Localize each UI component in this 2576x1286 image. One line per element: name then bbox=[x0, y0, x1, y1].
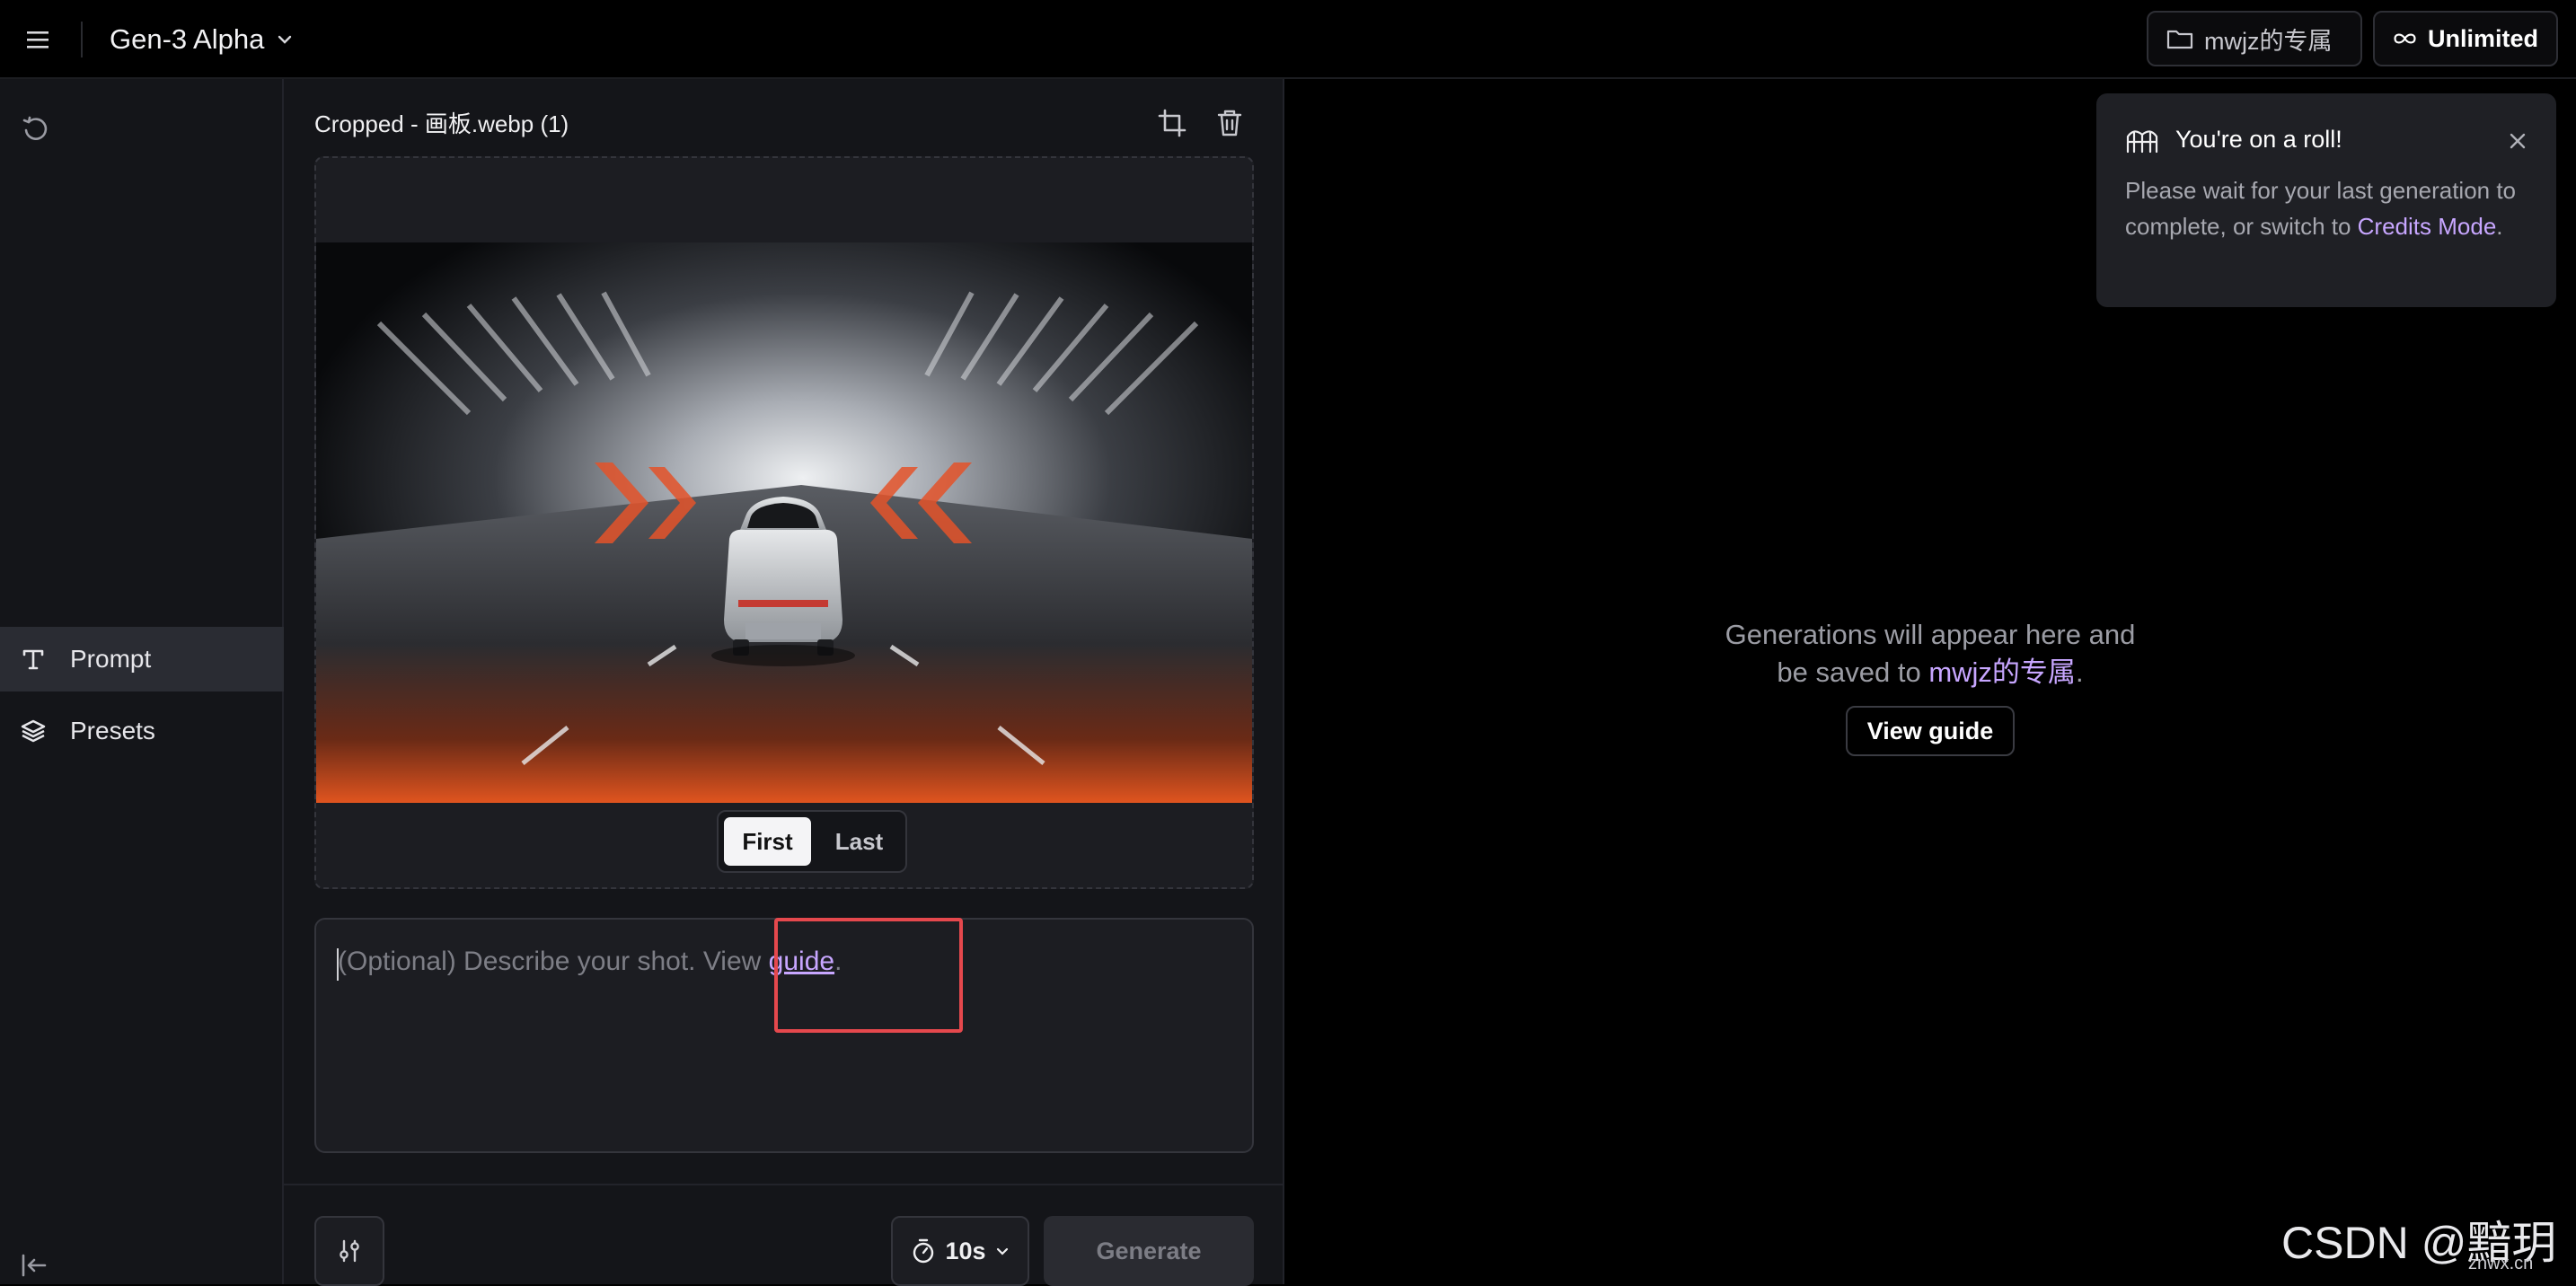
sidebar-item-label: Prompt bbox=[70, 645, 152, 673]
view-guide-button[interactable]: View guide bbox=[1845, 706, 2016, 756]
model-selector[interactable]: Gen-3 Alpha bbox=[110, 20, 295, 59]
folder-link[interactable]: mwjz的专属 bbox=[1928, 656, 2076, 688]
empty-line-2: be saved to mwjz的专属. bbox=[1284, 654, 2576, 691]
layers-icon bbox=[21, 719, 46, 743]
bottom-toolbar: 10s Generate bbox=[284, 1184, 1284, 1286]
unlimited-button[interactable]: Unlimited bbox=[2373, 11, 2558, 66]
settings-button[interactable] bbox=[314, 1216, 384, 1286]
top-bar: Gen-3 Alpha mwjz的专属 Unlimited bbox=[0, 0, 2576, 79]
last-frame-tab[interactable]: Last bbox=[818, 817, 900, 866]
menu-icon[interactable] bbox=[22, 23, 54, 56]
text-icon bbox=[22, 649, 44, 670]
folder-label: mwjz的专属 bbox=[2204, 27, 2333, 55]
crop-icon[interactable] bbox=[1157, 108, 1187, 138]
placeholder-period: . bbox=[834, 947, 842, 976]
first-frame-tab[interactable]: First bbox=[724, 817, 811, 866]
duration-value: 10s bbox=[945, 1237, 986, 1264]
left-sidebar: Prompt Presets bbox=[0, 79, 284, 1284]
editor-panel: Cropped - 画板.webp (1) First Last (Option… bbox=[284, 79, 1284, 1286]
file-title: Cropped - 画板.webp (1) bbox=[314, 110, 569, 137]
timer-icon bbox=[913, 1238, 934, 1264]
frame-toggle: First Last bbox=[717, 810, 907, 873]
close-icon[interactable] bbox=[2506, 129, 2529, 153]
sliders-icon bbox=[340, 1239, 359, 1263]
car-tunnel-image bbox=[316, 242, 1252, 803]
plan-label: Unlimited bbox=[2427, 24, 2538, 52]
empty-state: Generations will appear here and be save… bbox=[1284, 616, 2576, 756]
roller-coaster-icon bbox=[2126, 130, 2158, 154]
history-icon[interactable] bbox=[18, 111, 54, 147]
sidebar-item-prompt[interactable]: Prompt bbox=[0, 627, 284, 691]
toast-body-suffix: . bbox=[2496, 213, 2503, 240]
duration-selector[interactable]: 10s bbox=[891, 1216, 1029, 1286]
sidebar-item-presets[interactable]: Presets bbox=[0, 699, 284, 763]
image-dropzone[interactable]: First Last bbox=[314, 156, 1254, 889]
toast-body: Please wait for your last generation to … bbox=[2125, 172, 2538, 244]
sidebar-item-label: Presets bbox=[70, 717, 155, 744]
generate-button[interactable]: Generate bbox=[1044, 1216, 1254, 1286]
empty-state-text: Generations will appear here and be save… bbox=[1284, 616, 2576, 691]
guide-link[interactable]: guide bbox=[769, 947, 834, 976]
generate-label: Generate bbox=[1096, 1237, 1202, 1264]
chevron-down-icon bbox=[278, 35, 292, 44]
watermark-sub: znwx.cn bbox=[2468, 1254, 2534, 1273]
trash-icon[interactable] bbox=[1214, 108, 1245, 138]
folder-button[interactable]: mwjz的专属 bbox=[2147, 11, 2362, 66]
placeholder-text: (Optional) Describe your shot. View bbox=[338, 947, 769, 976]
infinity-icon bbox=[2394, 33, 2416, 44]
prompt-placeholder: (Optional) Describe your shot. View guid… bbox=[338, 947, 842, 977]
folder-icon bbox=[2166, 30, 2193, 49]
empty-line-2-suffix: . bbox=[2075, 656, 2084, 688]
toast-title: You're on a roll! bbox=[2175, 126, 2342, 153]
notification-toast: You're on a roll! Please wait for your l… bbox=[2096, 93, 2556, 307]
empty-line-1: Generations will appear here and bbox=[1725, 619, 2136, 650]
model-name: Gen-3 Alpha bbox=[110, 23, 265, 55]
divider bbox=[81, 22, 83, 57]
chevron-down-icon bbox=[996, 1247, 1008, 1255]
credits-mode-link[interactable]: Credits Mode bbox=[2358, 213, 2497, 240]
empty-line-2-prefix: be saved to bbox=[1777, 656, 1929, 688]
prompt-input[interactable]: (Optional) Describe your shot. View guid… bbox=[314, 918, 1254, 1153]
collapse-sidebar-icon[interactable] bbox=[18, 1252, 50, 1279]
